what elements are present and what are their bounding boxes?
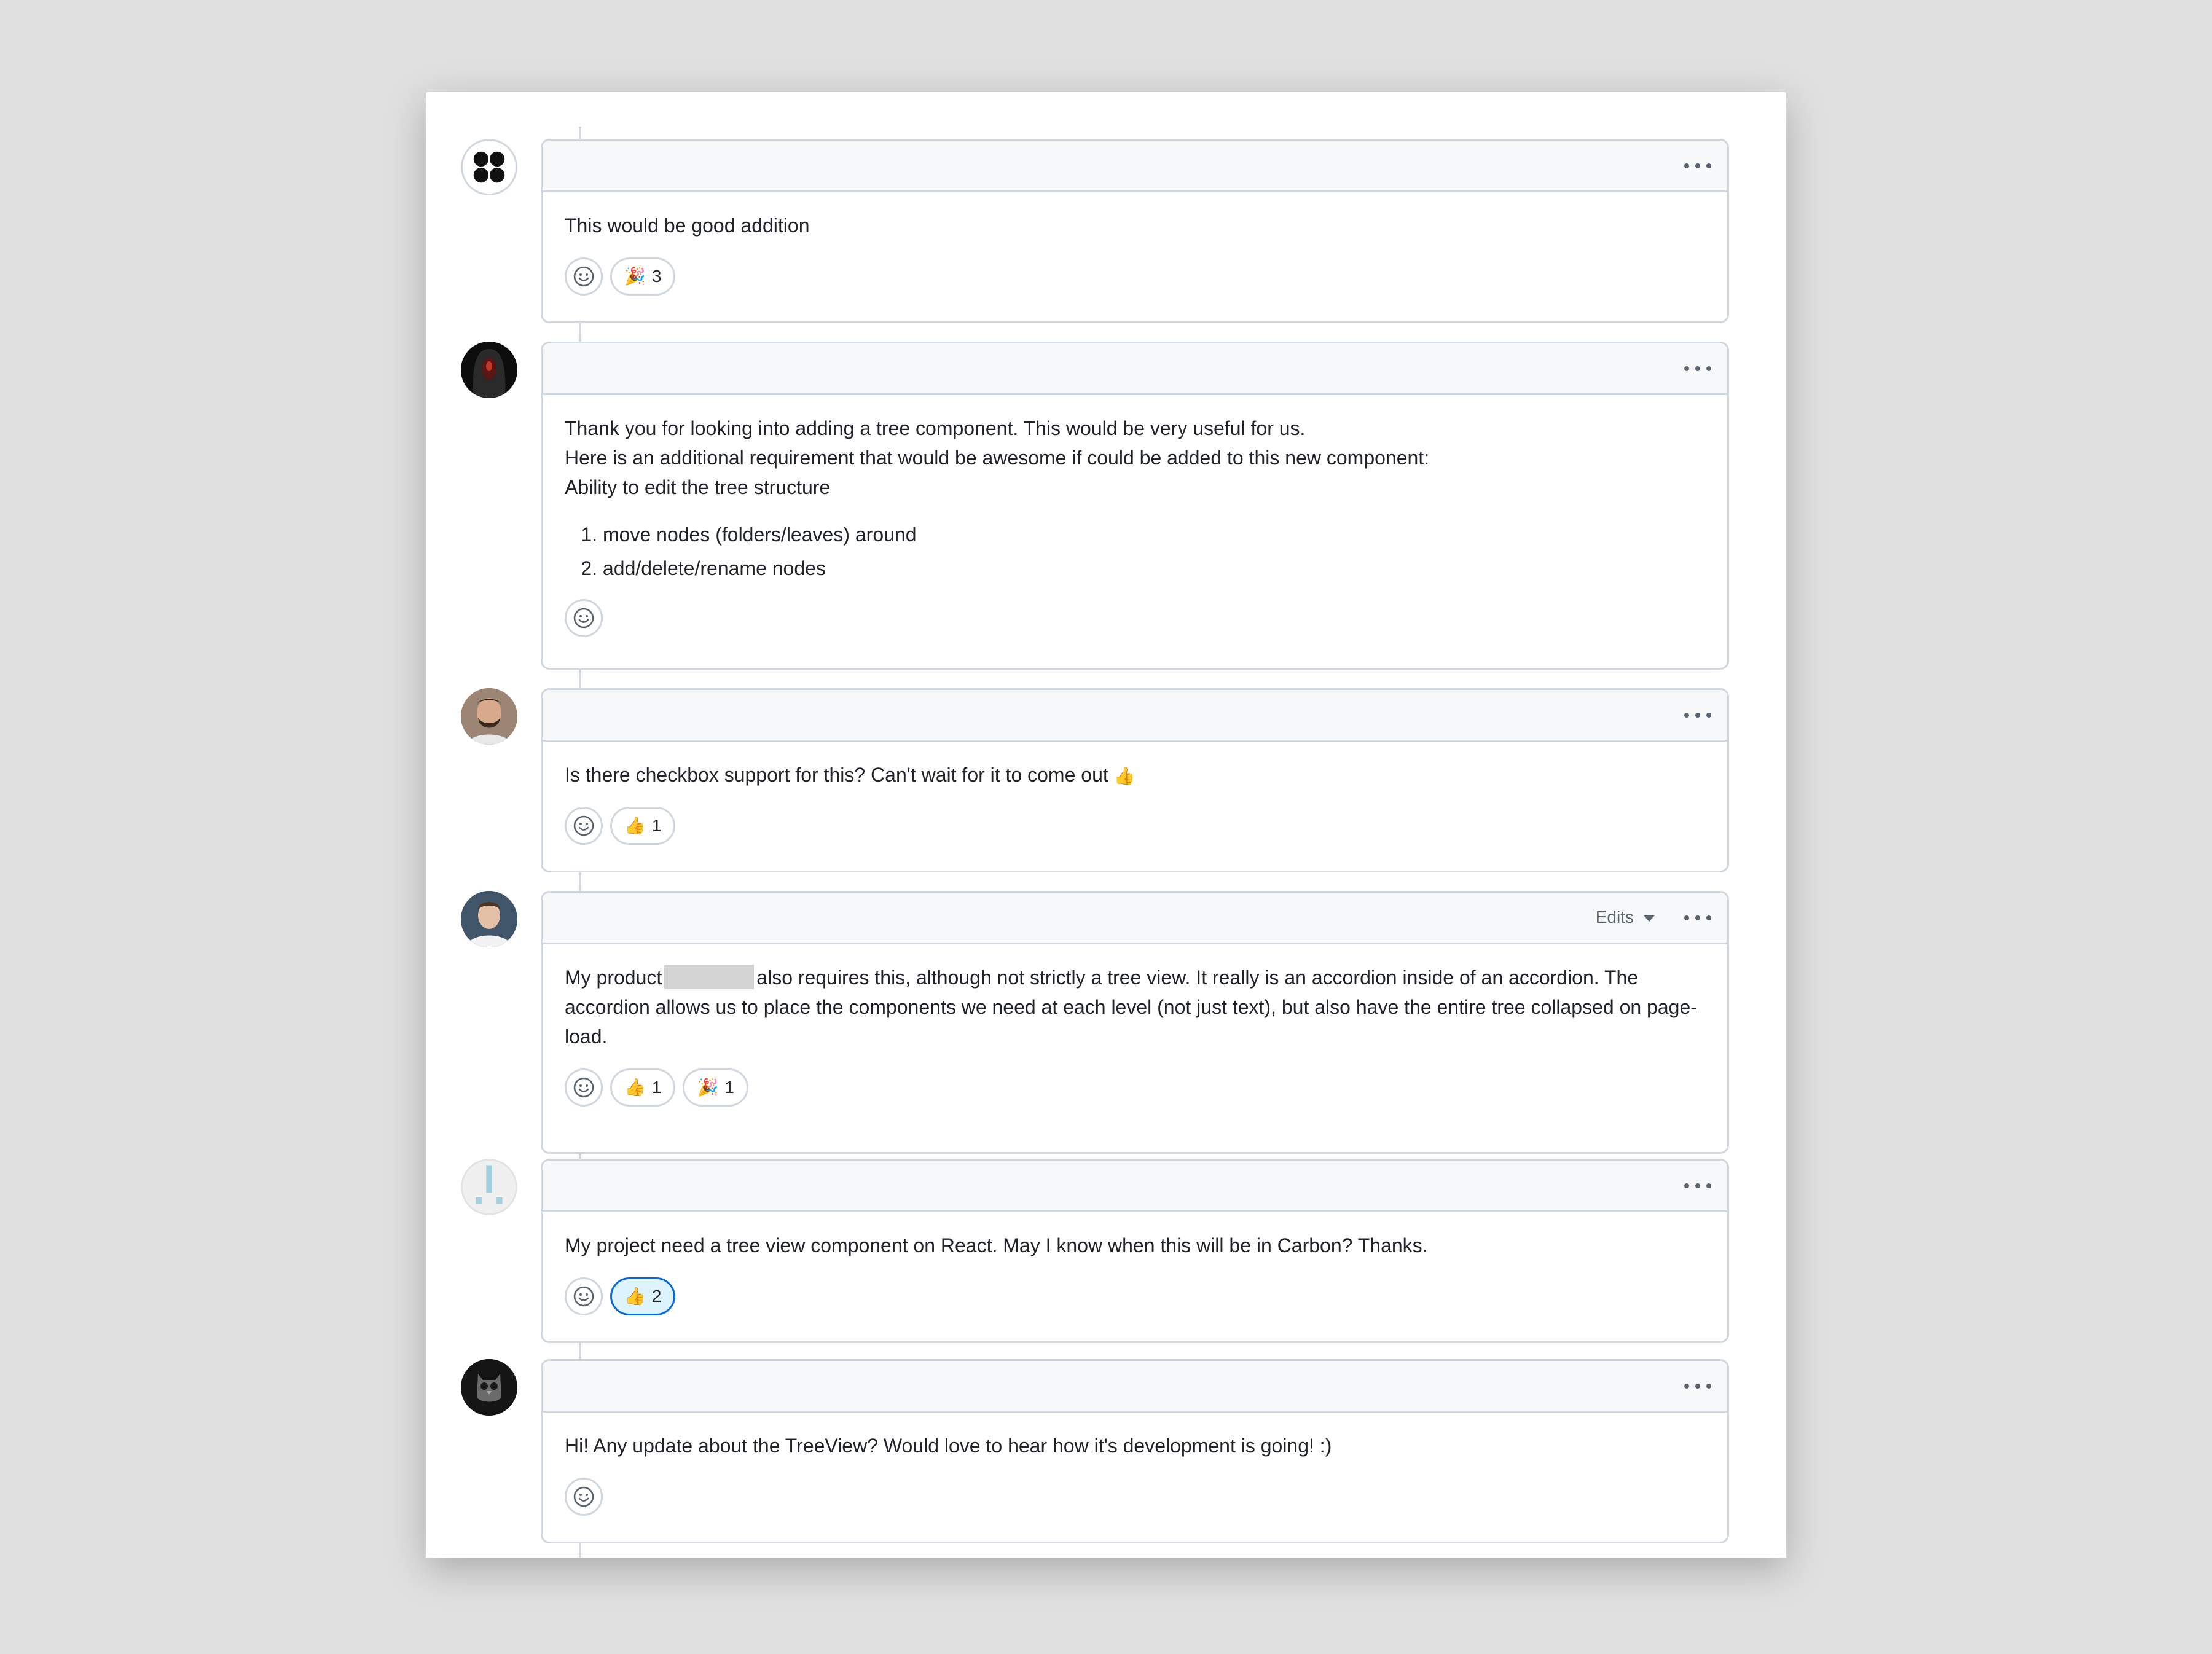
comment-paragraph: Ability to edit the tree structure — [565, 476, 831, 498]
smiley-icon — [573, 266, 594, 287]
comment-box: Is there checkbox support for this? Can'… — [541, 688, 1729, 872]
dots-logo-avatar[interactable] — [461, 139, 517, 195]
reaction-tada-button[interactable]: 🎉 3 — [610, 257, 676, 296]
reaction-count: 1 — [651, 816, 662, 835]
add-reaction-button[interactable] — [565, 257, 603, 296]
smiley-icon — [573, 608, 594, 629]
more-options-button[interactable] — [1684, 907, 1711, 928]
comment-body: Is there checkbox support for this? Can'… — [543, 742, 1727, 864]
reaction-thumbs-up-button[interactable]: 👍 1 — [610, 1068, 676, 1107]
owl-icon — [461, 1359, 517, 1416]
comment-box: Thank you for looking into adding a tree… — [541, 342, 1729, 670]
comment-body: This would be good addition 🎉 3 — [543, 192, 1727, 315]
comment-text: My product also requires this, although n… — [565, 963, 1705, 1051]
thumbs-up-icon: 👍 — [624, 1286, 646, 1306]
man-photo-icon — [461, 891, 517, 947]
reaction-tada-button[interactable]: 🎉 1 — [683, 1068, 748, 1107]
more-options-button[interactable] — [1684, 1376, 1711, 1397]
add-reaction-button[interactable] — [565, 807, 603, 845]
list-item: move nodes (folders/leaves) around — [603, 518, 1705, 552]
comment-box: Edits My product also requires this, alth… — [541, 891, 1729, 1154]
smiley-icon — [573, 815, 594, 836]
exclamation-identicon-avatar[interactable] — [461, 1159, 517, 1215]
ordered-list: move nodes (folders/leaves) around add/d… — [565, 518, 1705, 586]
tada-icon: 🎉 — [697, 1077, 719, 1097]
comment-paragraph: Here is an additional requirement that w… — [565, 447, 1430, 469]
comment-body: My product also requires this, although n… — [543, 944, 1727, 1126]
comment-body: Hi! Any update about the TreeView? Would… — [543, 1413, 1727, 1535]
exclamation-identicon-icon — [463, 1161, 516, 1213]
reactions-bar: 🎉 3 — [565, 257, 1705, 296]
add-reaction-button[interactable] — [565, 1068, 603, 1107]
thumbs-up-icon: 👍 — [1113, 766, 1135, 786]
comment-text-content: Is there checkbox support for this? Can'… — [565, 764, 1108, 786]
hooded-figure-avatar[interactable] — [461, 342, 517, 398]
reaction-thumbs-up-button[interactable]: 👍 1 — [610, 807, 676, 845]
add-reaction-button[interactable] — [565, 1277, 603, 1315]
smiley-icon — [573, 1077, 594, 1098]
comment-box: Hi! Any update about the TreeView? Would… — [541, 1359, 1729, 1543]
reaction-thumbs-up-button[interactable]: 👍 2 — [610, 1277, 676, 1315]
reaction-count: 1 — [724, 1078, 734, 1097]
comment-header — [543, 1161, 1727, 1212]
reactions-bar — [565, 1478, 1705, 1516]
hooded-figure-icon — [461, 342, 517, 398]
comment-text-before: My product — [565, 966, 662, 989]
comment-text: This would be good addition — [565, 214, 810, 237]
comment-header — [543, 690, 1727, 742]
comment-text: My project need a tree view component on… — [565, 1234, 1428, 1256]
comment-paragraph: Thank you for looking into adding a tree… — [565, 417, 1306, 439]
smiley-icon — [573, 1286, 594, 1307]
more-options-button[interactable] — [1684, 358, 1711, 379]
owl-avatar[interactable] — [461, 1359, 517, 1416]
reaction-count: 1 — [651, 1078, 662, 1097]
reactions-bar: 👍 1 — [565, 807, 1705, 845]
comment-box: This would be good addition 🎉 3 — [541, 139, 1729, 323]
more-options-button[interactable] — [1684, 155, 1711, 176]
reaction-count: 2 — [651, 1287, 662, 1306]
add-reaction-button[interactable] — [565, 599, 603, 637]
bearded-man-icon — [461, 688, 517, 745]
dots-logo-icon — [473, 151, 505, 183]
reaction-count: 3 — [651, 267, 662, 286]
comment-body: My project need a tree view component on… — [543, 1212, 1727, 1335]
comment-body: Thank you for looking into adding a tree… — [543, 395, 1727, 657]
comment-box: My project need a tree view component on… — [541, 1159, 1729, 1343]
comment-text: Is there checkbox support for this? Can'… — [565, 760, 1705, 790]
redacted-block — [664, 965, 755, 989]
comment-header — [543, 343, 1727, 395]
edits-dropdown[interactable]: Edits — [1596, 904, 1655, 931]
tada-icon: 🎉 — [624, 266, 646, 286]
comment-header — [543, 1361, 1727, 1413]
thumbs-up-icon: 👍 — [624, 1077, 646, 1097]
man-photo-avatar[interactable] — [461, 891, 517, 947]
comment-text: Hi! Any update about the TreeView? Would… — [565, 1435, 1332, 1457]
reactions-bar: 👍 2 — [565, 1277, 1705, 1315]
more-options-button[interactable] — [1684, 705, 1711, 726]
reactions-bar — [565, 599, 1705, 637]
list-item: add/delete/rename nodes — [603, 552, 1705, 586]
comment-thread-sheet: This would be good addition 🎉 3 Thank yo… — [426, 92, 1786, 1558]
bearded-man-avatar[interactable] — [461, 688, 517, 745]
more-options-button[interactable] — [1684, 1175, 1711, 1196]
edits-label: Edits — [1595, 907, 1634, 927]
thumbs-up-icon: 👍 — [624, 815, 646, 836]
add-reaction-button[interactable] — [565, 1478, 603, 1516]
reactions-bar: 👍 1 🎉 1 — [565, 1068, 1705, 1107]
comment-header: Edits — [543, 893, 1727, 944]
chevron-down-icon — [1644, 915, 1655, 922]
comment-header — [543, 141, 1727, 192]
smiley-icon — [573, 1486, 594, 1507]
